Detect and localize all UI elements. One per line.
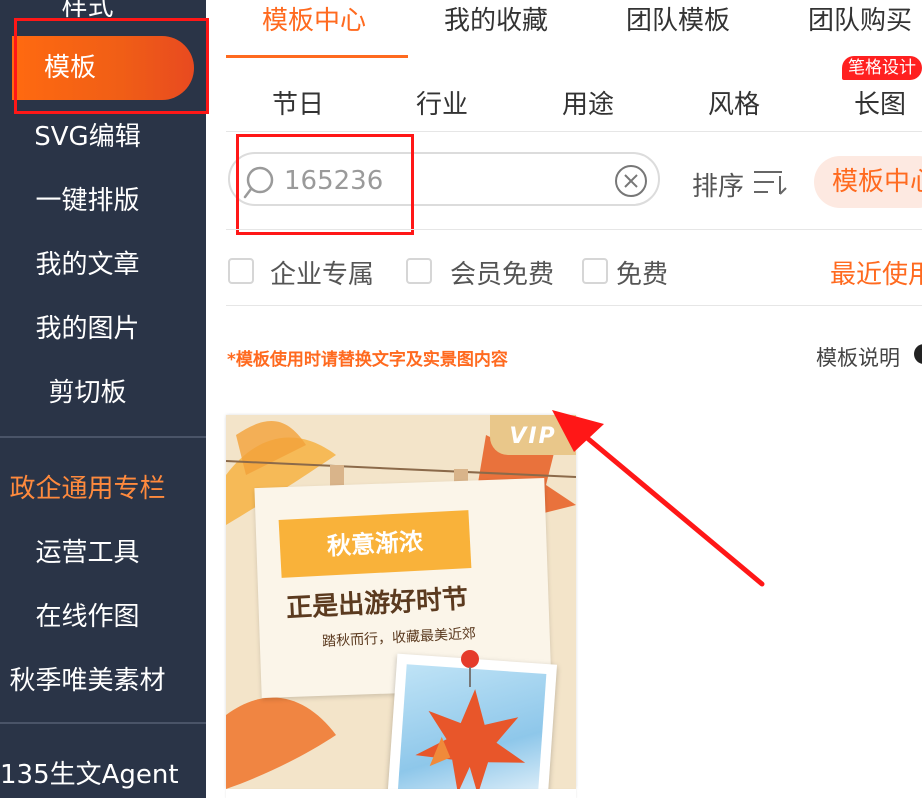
- recent-used-link[interactable]: 最近使用: [830, 254, 922, 291]
- sidebar: 样式 模板 SVG编辑 一键排版 我的文章 我的图片 剪切板 政企通用专栏 运营…: [0, 0, 206, 798]
- clear-icon[interactable]: [614, 164, 648, 198]
- tab-team-templates[interactable]: 团队模板: [626, 0, 730, 37]
- sidebar-item-my-articles[interactable]: 我的文章: [0, 244, 175, 281]
- template-card[interactable]: 秋意渐浓 正是出游好时节 踏秋而行，收藏最美近郊 VIP: [226, 415, 576, 789]
- tab-my-favorites[interactable]: 我的收藏: [444, 0, 548, 37]
- filter-member-free-label[interactable]: 会员免费: [450, 254, 554, 291]
- highlight-box-templates: [14, 18, 209, 114]
- sort-icon[interactable]: [752, 168, 788, 196]
- category-industry[interactable]: 行业: [416, 84, 468, 121]
- highlight-box-search: [236, 134, 414, 235]
- long-image-badge: 笔格设计: [842, 56, 922, 80]
- sidebar-item-clipboard[interactable]: 剪切板: [0, 372, 175, 409]
- category-purpose[interactable]: 用途: [562, 84, 614, 121]
- sidebar-item-agent[interactable]: 135生文Agent: [0, 754, 179, 791]
- sidebar-item-gov-column[interactable]: 政企通用专栏: [0, 468, 175, 505]
- filter-free-checkbox[interactable]: [582, 258, 608, 284]
- annotation-arrow: [552, 410, 765, 587]
- tab-template-center[interactable]: 模板中心: [262, 0, 366, 37]
- filter-free-label[interactable]: 免费: [616, 254, 668, 291]
- pin-icon: [461, 650, 479, 687]
- divider: [226, 305, 922, 306]
- sidebar-item-svg-editor[interactable]: SVG编辑: [0, 116, 175, 153]
- divider: [226, 131, 922, 132]
- category-festival[interactable]: 节日: [272, 84, 324, 121]
- active-tab-indicator: [226, 55, 408, 58]
- card-footer: [226, 789, 576, 798]
- filter-enterprise-label[interactable]: 企业专属: [270, 254, 374, 291]
- sidebar-item-my-images[interactable]: 我的图片: [0, 308, 175, 345]
- sort-button[interactable]: 排序: [692, 166, 744, 203]
- usage-notice: *模板使用时请替换文字及实景图内容: [227, 350, 508, 370]
- divider: [226, 229, 922, 230]
- filter-enterprise-checkbox[interactable]: [228, 258, 254, 284]
- sidebar-divider: [0, 436, 206, 438]
- sidebar-item-autumn-assets[interactable]: 秋季唯美素材: [0, 660, 175, 697]
- sidebar-divider: [0, 722, 206, 724]
- sidebar-item-online-drawing[interactable]: 在线作图: [0, 596, 175, 633]
- category-long-image[interactable]: 长图: [854, 84, 906, 121]
- category-style[interactable]: 风格: [708, 84, 760, 121]
- tab-team-purchase[interactable]: 团队购买: [808, 0, 912, 37]
- source-filter-pill[interactable]: 模板中心: [814, 156, 922, 208]
- filter-member-free-checkbox[interactable]: [406, 258, 432, 284]
- sidebar-item-one-click-layout[interactable]: 一键排版: [0, 180, 175, 217]
- ribbon-title: 秋意渐浓: [278, 510, 472, 578]
- template-help-link[interactable]: 模板说明: [816, 342, 900, 372]
- sidebar-item-ops-tools[interactable]: 运营工具: [0, 532, 175, 569]
- help-icon[interactable]: [914, 344, 922, 364]
